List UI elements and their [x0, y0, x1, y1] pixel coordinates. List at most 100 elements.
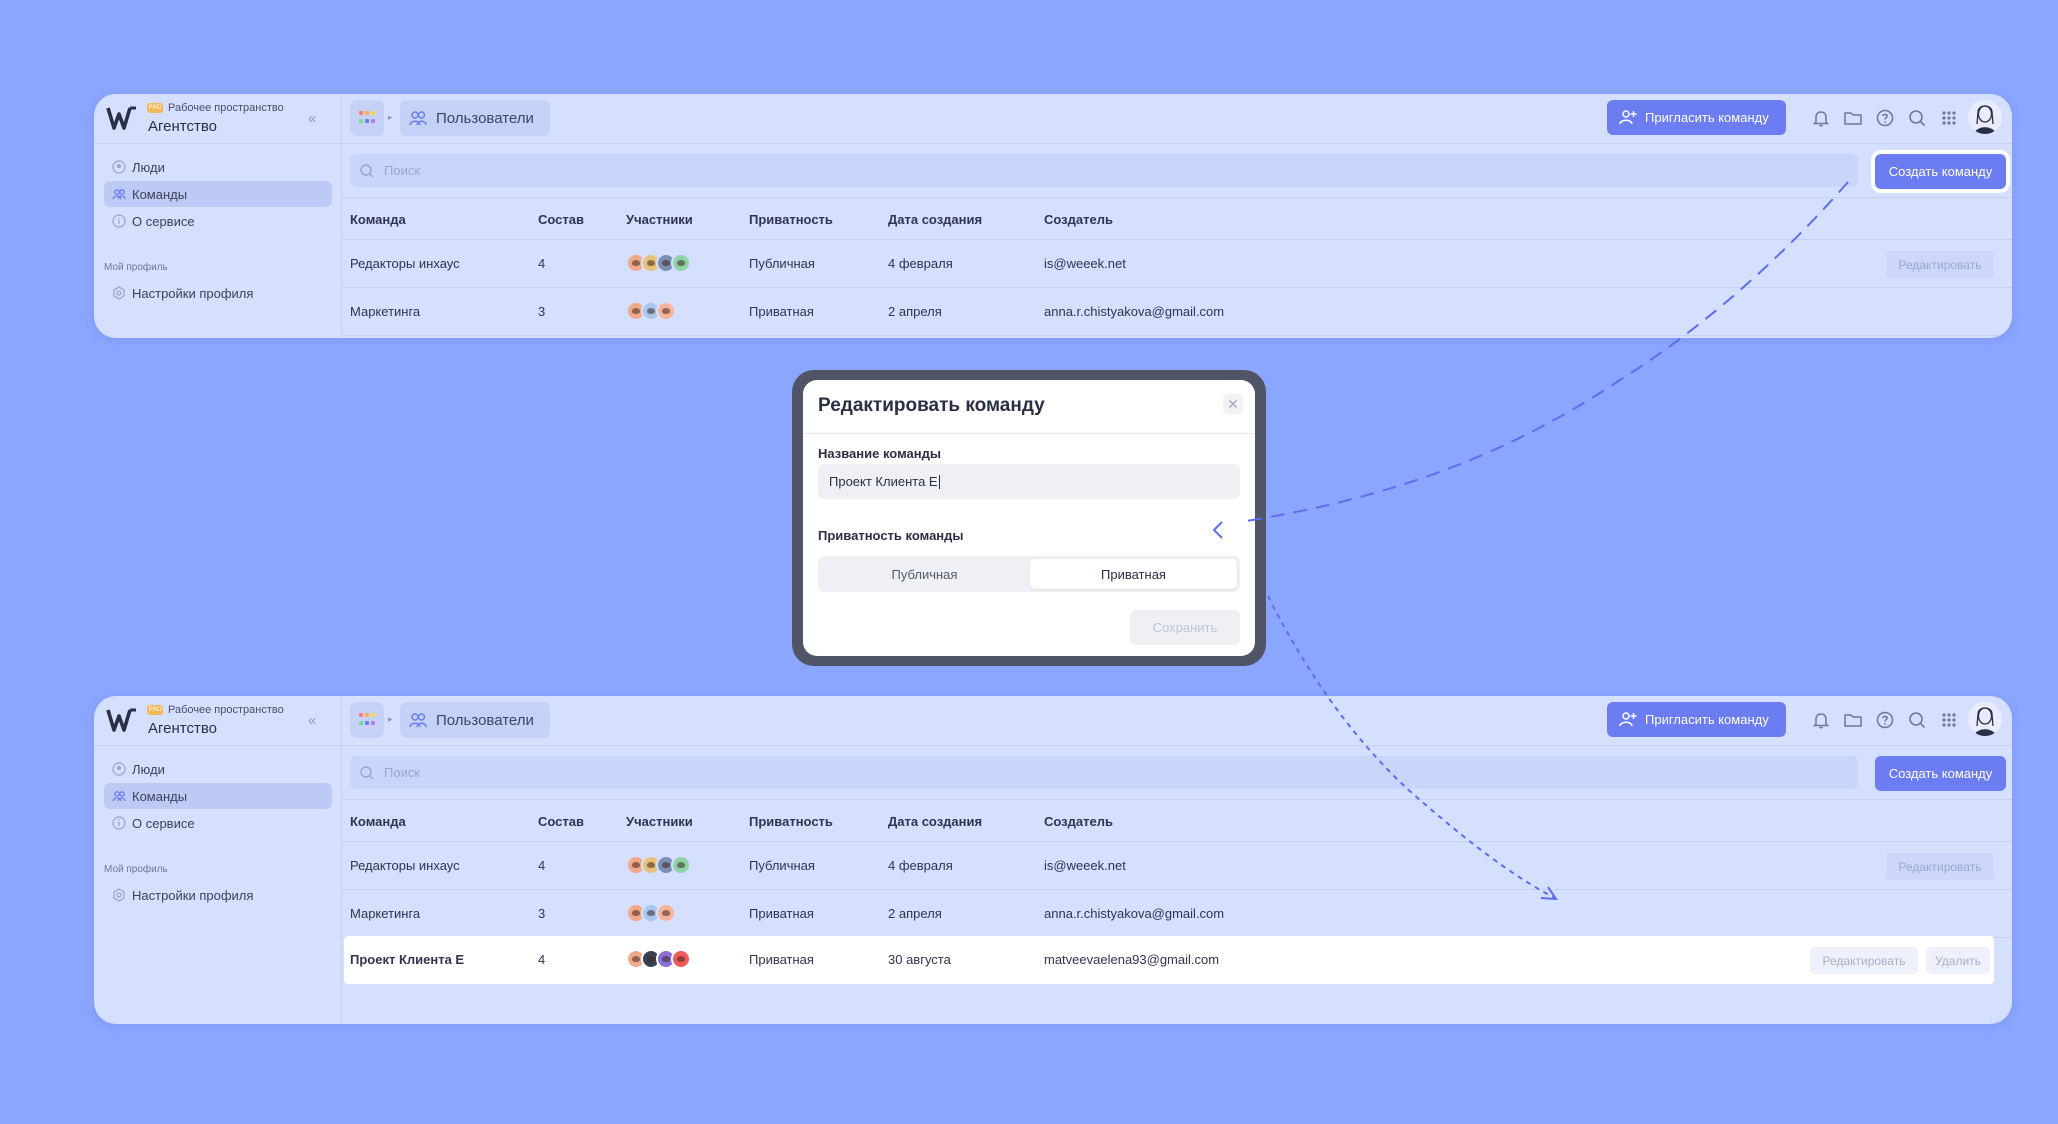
team-date: 4 февраля	[888, 858, 953, 873]
app-window-before: PRO Рабочее пространство Агентство « Люд…	[94, 94, 2012, 338]
privacy-option-public[interactable]: Публичная	[821, 559, 1028, 589]
bell-icon[interactable]	[1810, 709, 1832, 731]
search-input[interactable]: Поиск	[350, 154, 1858, 187]
close-icon[interactable]: ✕	[1223, 394, 1243, 414]
user-plus-icon	[1619, 110, 1637, 125]
avatar[interactable]	[1968, 702, 2002, 736]
bell-icon[interactable]	[1810, 107, 1832, 129]
save-button[interactable]: Сохранить	[1130, 610, 1240, 645]
team-privacy: Публичная	[749, 256, 815, 271]
search-input[interactable]: Поиск	[350, 756, 1858, 789]
table-row[interactable]: Редакторы инхаус 4 Публичная 4 февраля i…	[342, 240, 2012, 288]
sidebar-item-label: О сервисе	[132, 213, 195, 229]
sidebar-item-profile-settings[interactable]: Настройки профиля	[104, 280, 332, 306]
privacy-option-private[interactable]: Приватная	[1030, 559, 1237, 589]
team-creator: matveevaelena93@gmail.com	[1044, 952, 1220, 967]
column-header-members: Участники	[626, 212, 693, 227]
team-size: 3	[538, 906, 546, 921]
folder-icon[interactable]	[1842, 709, 1864, 731]
collapse-icon[interactable]: «	[308, 712, 316, 729]
avatar	[656, 903, 676, 923]
text-caret	[938, 474, 940, 489]
grid-dots-icon[interactable]	[1938, 709, 1960, 731]
sidebar-item-label: Команды	[132, 186, 188, 202]
column-header-privacy: Приватность	[749, 212, 833, 227]
sidebar-section-title: Мой профиль	[104, 262, 168, 273]
apps-grid-icon	[359, 713, 375, 727]
plan-badge: PRO	[147, 103, 163, 113]
sidebar-item-about[interactable]: О сервисе	[104, 208, 332, 234]
invite-team-button[interactable]: Пригласить команду	[1607, 702, 1786, 737]
sidebar-item-profile-settings[interactable]: Настройки профиля	[104, 882, 332, 908]
user-icon	[112, 160, 126, 174]
table-row[interactable]: Маркетинга 3 Приватная 2 апреля anna.r.c…	[342, 890, 2012, 938]
breadcrumb[interactable]: Пользователи	[400, 702, 550, 738]
member-avatars	[626, 949, 691, 969]
create-team-button[interactable]: Создать команду	[1875, 154, 2006, 189]
edit-button[interactable]: Редактировать	[1886, 251, 1994, 278]
team-name: Маркетинга	[350, 906, 421, 921]
team-name-label: Название команды	[818, 446, 941, 461]
search-icon[interactable]	[1906, 107, 1928, 129]
edit-team-modal-frame: Редактировать команду ✕ Название команды…	[792, 370, 1266, 666]
team-privacy: Приватная	[749, 906, 814, 921]
workspace-header[interactable]: PRO Рабочее пространство Агентство «	[94, 94, 342, 144]
team-size: 4	[538, 952, 546, 967]
member-avatars	[626, 253, 691, 273]
breadcrumb-label: Пользователи	[436, 711, 534, 729]
workspace-header[interactable]: PRO Рабочее пространство Агентство «	[94, 696, 342, 746]
table-row-new-team[interactable]: Проект Клиента Е 4 Приватная 30 августа …	[344, 936, 1994, 984]
info-icon	[112, 816, 126, 830]
invite-team-label: Пригласить команду	[1645, 110, 1769, 125]
team-size: 4	[538, 256, 546, 271]
team-date: 2 апреля	[888, 304, 942, 319]
invite-team-button[interactable]: Пригласить команду	[1607, 100, 1786, 135]
table-header: Команда Состав Участники Приватность Дат…	[342, 800, 2012, 842]
table-row[interactable]: Редакторы инхаус 4 Публичная 4 февраля i…	[342, 842, 2012, 890]
team-privacy-label: Приватность команды	[818, 528, 964, 543]
weeek-logo-icon	[106, 708, 136, 732]
grid-dots-icon[interactable]	[1938, 107, 1960, 129]
search-icon[interactable]	[1906, 709, 1928, 731]
column-header-size: Состав	[538, 814, 584, 829]
sidebar-item-teams[interactable]: Команды	[104, 783, 332, 809]
avatar	[671, 949, 691, 969]
team-name-input[interactable]: Проект Клиента Е	[818, 464, 1240, 499]
create-team-button[interactable]: Создать команду	[1875, 756, 2006, 791]
column-header-privacy: Приватность	[749, 814, 833, 829]
search-row: Поиск Создать команду	[342, 746, 2012, 800]
apps-grid-button[interactable]	[350, 702, 384, 738]
help-icon[interactable]	[1874, 107, 1896, 129]
sidebar-item-about[interactable]: О сервисе	[104, 810, 332, 836]
column-header-created: Дата создания	[888, 814, 983, 829]
edit-button[interactable]: Редактировать	[1886, 853, 1994, 880]
edit-button[interactable]: Редактировать	[1810, 947, 1918, 974]
search-row: Поиск Создать команду	[342, 144, 2012, 198]
sidebar-item-label: Команды	[132, 788, 188, 804]
team-creator: anna.r.chistyakova@gmail.com	[1044, 304, 1225, 319]
sidebar-item-label: Люди	[132, 159, 165, 175]
sidebar-item-teams[interactable]: Команды	[104, 181, 332, 207]
breadcrumb[interactable]: Пользователи	[400, 100, 550, 136]
weeek-logo-icon	[106, 106, 136, 130]
team-date: 30 августа	[888, 952, 951, 967]
team-creator: anna.r.chistyakova@gmail.com	[1044, 906, 1225, 921]
delete-button[interactable]: Удалить	[1926, 947, 1990, 974]
edit-team-modal: Редактировать команду ✕ Название команды…	[803, 380, 1255, 656]
collapse-icon[interactable]: «	[308, 110, 316, 127]
sidebar-item-people[interactable]: Люди	[104, 756, 332, 782]
sidebar-item-label: Люди	[132, 761, 165, 777]
breadcrumb-separator-icon: ▸	[388, 714, 393, 724]
workspace-label: Рабочее пространство	[168, 704, 284, 716]
settings-icon	[113, 888, 125, 902]
team-privacy: Публичная	[749, 858, 815, 873]
sidebar-item-people[interactable]: Люди	[104, 154, 332, 180]
table-row[interactable]: Маркетинга 3 Приватная 2 апреля anna.r.c…	[342, 288, 2012, 336]
search-icon	[360, 164, 374, 178]
search-icon	[360, 766, 374, 780]
avatar	[671, 253, 691, 273]
folder-icon[interactable]	[1842, 107, 1864, 129]
apps-grid-button[interactable]	[350, 100, 384, 136]
avatar[interactable]	[1968, 100, 2002, 134]
help-icon[interactable]	[1874, 709, 1896, 731]
